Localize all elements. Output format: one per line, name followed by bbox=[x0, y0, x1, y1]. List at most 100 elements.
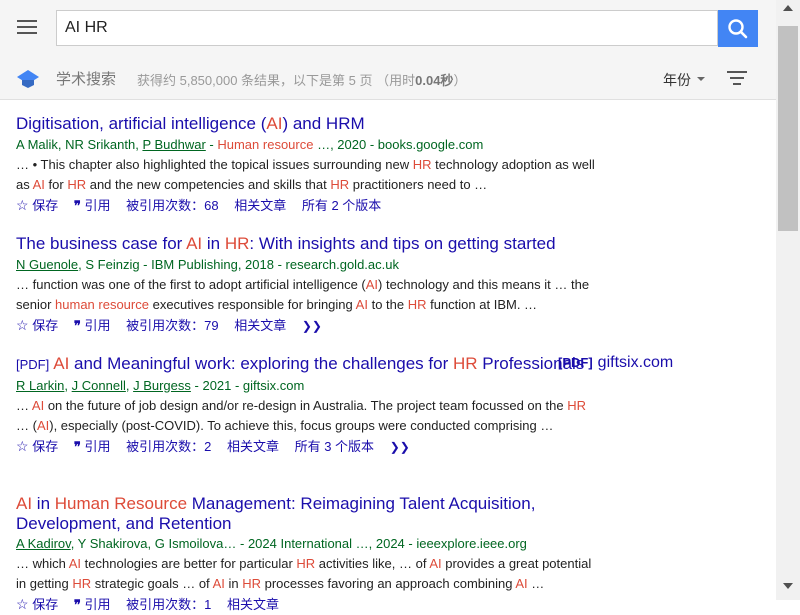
all-versions-link[interactable]: 所有 2 个版本 bbox=[302, 198, 381, 213]
search-button[interactable] bbox=[718, 10, 758, 47]
save-button[interactable]: ☆ 保存 bbox=[16, 317, 59, 333]
text-segment: function at IBM. … bbox=[426, 296, 538, 312]
text-segment: A Malik, NR Srikanth, bbox=[16, 136, 143, 152]
scroll-thumb[interactable] bbox=[778, 26, 798, 231]
text-segment: … bbox=[527, 576, 545, 591]
text-segment: Digitisation, artificial intelligence ( bbox=[16, 114, 267, 133]
highlight-term: AI bbox=[429, 556, 442, 571]
quote-icon: ❞ bbox=[73, 197, 81, 213]
quote-icon: ❞ bbox=[73, 317, 81, 333]
scroll-down-arrow-icon[interactable] bbox=[783, 583, 793, 589]
result-authors: R Larkin, J Connell, J Burgess - 2021 - … bbox=[16, 376, 596, 396]
cited-by-link[interactable]: 被引用次数：79 bbox=[126, 318, 218, 333]
scholar-cap-icon bbox=[17, 70, 39, 88]
text-segment: practitioners need to … bbox=[349, 176, 488, 192]
highlight-term: AI bbox=[355, 296, 368, 312]
save-button[interactable]: ☆ 保存 bbox=[16, 196, 58, 213]
highlight-term: AI bbox=[68, 556, 82, 571]
text-segment: - 2021 - giftsix.com bbox=[190, 377, 305, 393]
result-actions: ☆ 保存 ❞ 引用 被引用次数：1 相关文章 bbox=[16, 594, 596, 615]
text-segment: technologies are better for particular bbox=[81, 556, 297, 571]
result-title[interactable]: Digitisation, artificial intelligence (A… bbox=[16, 114, 596, 134]
author-link[interactable]: A Kadirov bbox=[16, 536, 71, 551]
highlight-term: human resource bbox=[55, 296, 149, 312]
text-segment: … bbox=[16, 397, 32, 413]
vertical-scrollbar[interactable] bbox=[776, 0, 800, 600]
cite-button[interactable]: ❞ 引用 bbox=[74, 439, 111, 454]
cite-label: 引用 bbox=[84, 317, 111, 333]
more-chevron-icon[interactable]: ❯❯ bbox=[302, 319, 322, 333]
author-link[interactable]: N Guenole bbox=[16, 257, 78, 272]
highlight-term: HR bbox=[407, 296, 427, 312]
cited-by-link[interactable]: 被引用次数：2 bbox=[126, 439, 211, 454]
save-button[interactable]: ☆ 保存 bbox=[16, 438, 58, 454]
cite-label: 引用 bbox=[84, 438, 111, 454]
highlight-term: AI bbox=[266, 114, 283, 133]
cited-by-link[interactable]: 被引用次数：68 bbox=[126, 198, 218, 213]
author-link[interactable]: R Larkin bbox=[16, 378, 64, 393]
author-link[interactable]: J Connell bbox=[72, 378, 126, 393]
text-segment: … function was one of the first to adopt… bbox=[16, 276, 366, 292]
highlight-term: HR bbox=[224, 234, 250, 253]
scholar-title[interactable]: 学术搜索 bbox=[56, 68, 116, 89]
related-articles-link[interactable]: 相关文章 bbox=[234, 318, 286, 333]
quote-icon: ❞ bbox=[73, 597, 81, 612]
save-label: 保存 bbox=[32, 317, 59, 333]
more-chevron-icon[interactable]: ❯❯ bbox=[390, 440, 410, 454]
search-box bbox=[56, 10, 718, 46]
side-pdf-link[interactable]: [PDF] giftsix.com bbox=[558, 354, 673, 372]
cite-button[interactable]: ❞ 引用 bbox=[74, 597, 111, 612]
save-button[interactable]: ☆ 保存 bbox=[16, 596, 59, 612]
year-filter-dropdown[interactable]: 年份 bbox=[663, 70, 705, 90]
search-result: AI in Human Resource Management: Reimagi… bbox=[16, 494, 596, 615]
search-result: [PDF] AI and Meaningful work: exploring t… bbox=[16, 354, 596, 457]
save-label: 保存 bbox=[32, 597, 59, 612]
highlight-term: HR bbox=[242, 576, 261, 591]
cite-button[interactable]: ❞ 引用 bbox=[74, 318, 111, 333]
cite-button[interactable]: ❞ 引用 bbox=[74, 198, 111, 213]
text-segment: in bbox=[224, 576, 243, 591]
result-authors: N Guenole, S Feinzig - IBM Publishing, 2… bbox=[16, 255, 596, 275]
highlight-term: HR bbox=[412, 156, 432, 172]
highlight-term: HR bbox=[296, 556, 316, 571]
highlight-term: HR bbox=[567, 397, 586, 413]
related-articles-link[interactable]: 相关文章 bbox=[234, 198, 286, 213]
text-segment: executives responsible for bringing bbox=[148, 296, 356, 312]
result-title[interactable]: AI in Human Resource Management: Reimagi… bbox=[16, 494, 596, 533]
author-link[interactable]: P Budhwar bbox=[142, 137, 205, 152]
result-actions: ☆ 保存 ❞ 引用 被引用次数：2 相关文章 所有 3 个版本 ❯❯ bbox=[16, 436, 596, 457]
result-stats: 获得约 5,850,000 条结果，以下是第 5 页 （用时0.04秒） bbox=[137, 70, 466, 89]
text-segment: ) and HRM bbox=[282, 114, 365, 133]
year-label: 年份 bbox=[663, 72, 691, 88]
result-snippet: … AI on the future of job design and/or … bbox=[16, 396, 596, 436]
cited-by-link[interactable]: 被引用次数：1 bbox=[126, 597, 211, 612]
result-title[interactable]: The business case for AI in HR: With ins… bbox=[16, 234, 596, 254]
text-segment: and the new competencies and skills that bbox=[86, 176, 331, 192]
highlight-term: AI bbox=[365, 276, 379, 292]
star-icon: ☆ bbox=[16, 196, 29, 213]
filter-lines-icon[interactable] bbox=[727, 70, 747, 86]
star-icon: ☆ bbox=[16, 596, 29, 612]
text-segment: for bbox=[44, 176, 68, 192]
result-actions: ☆ 保存 ❞ 引用 被引用次数：79 相关文章 ❯❯ bbox=[16, 315, 596, 336]
stats-prefix: 获得约 5,850,000 条结果，以下是第 5 页 （用时 bbox=[137, 73, 416, 88]
result-snippet: … which AI technologies are better for p… bbox=[16, 554, 596, 594]
scroll-up-arrow-icon[interactable] bbox=[783, 5, 793, 11]
related-articles-link[interactable]: 相关文章 bbox=[227, 597, 279, 612]
text-segment: processes favoring an approach combining bbox=[260, 576, 516, 591]
text-segment: in bbox=[202, 234, 225, 253]
highlight-term: AI bbox=[36, 417, 50, 433]
text-segment: on the future of job design and/or re-de… bbox=[44, 397, 568, 413]
text-segment: and Meaningful work: exploring the chall… bbox=[69, 354, 453, 373]
text-segment: activities like, … of bbox=[315, 556, 430, 571]
related-articles-link[interactable]: 相关文章 bbox=[227, 439, 279, 454]
hamburger-menu-icon[interactable] bbox=[17, 18, 39, 36]
sub-header: 学术搜索 获得约 5,850,000 条结果，以下是第 5 页 （用时0.04秒… bbox=[0, 58, 776, 100]
text-segment: , bbox=[125, 377, 134, 393]
search-input[interactable] bbox=[57, 11, 717, 45]
stats-suffix: ） bbox=[453, 73, 467, 88]
result-title[interactable]: [PDF] AI and Meaningful work: exploring t… bbox=[16, 354, 596, 375]
all-versions-link[interactable]: 所有 3 个版本 bbox=[295, 439, 374, 454]
author-link[interactable]: J Burgess bbox=[133, 378, 191, 393]
result-snippet: … • This chapter also highlighted the to… bbox=[16, 155, 596, 195]
